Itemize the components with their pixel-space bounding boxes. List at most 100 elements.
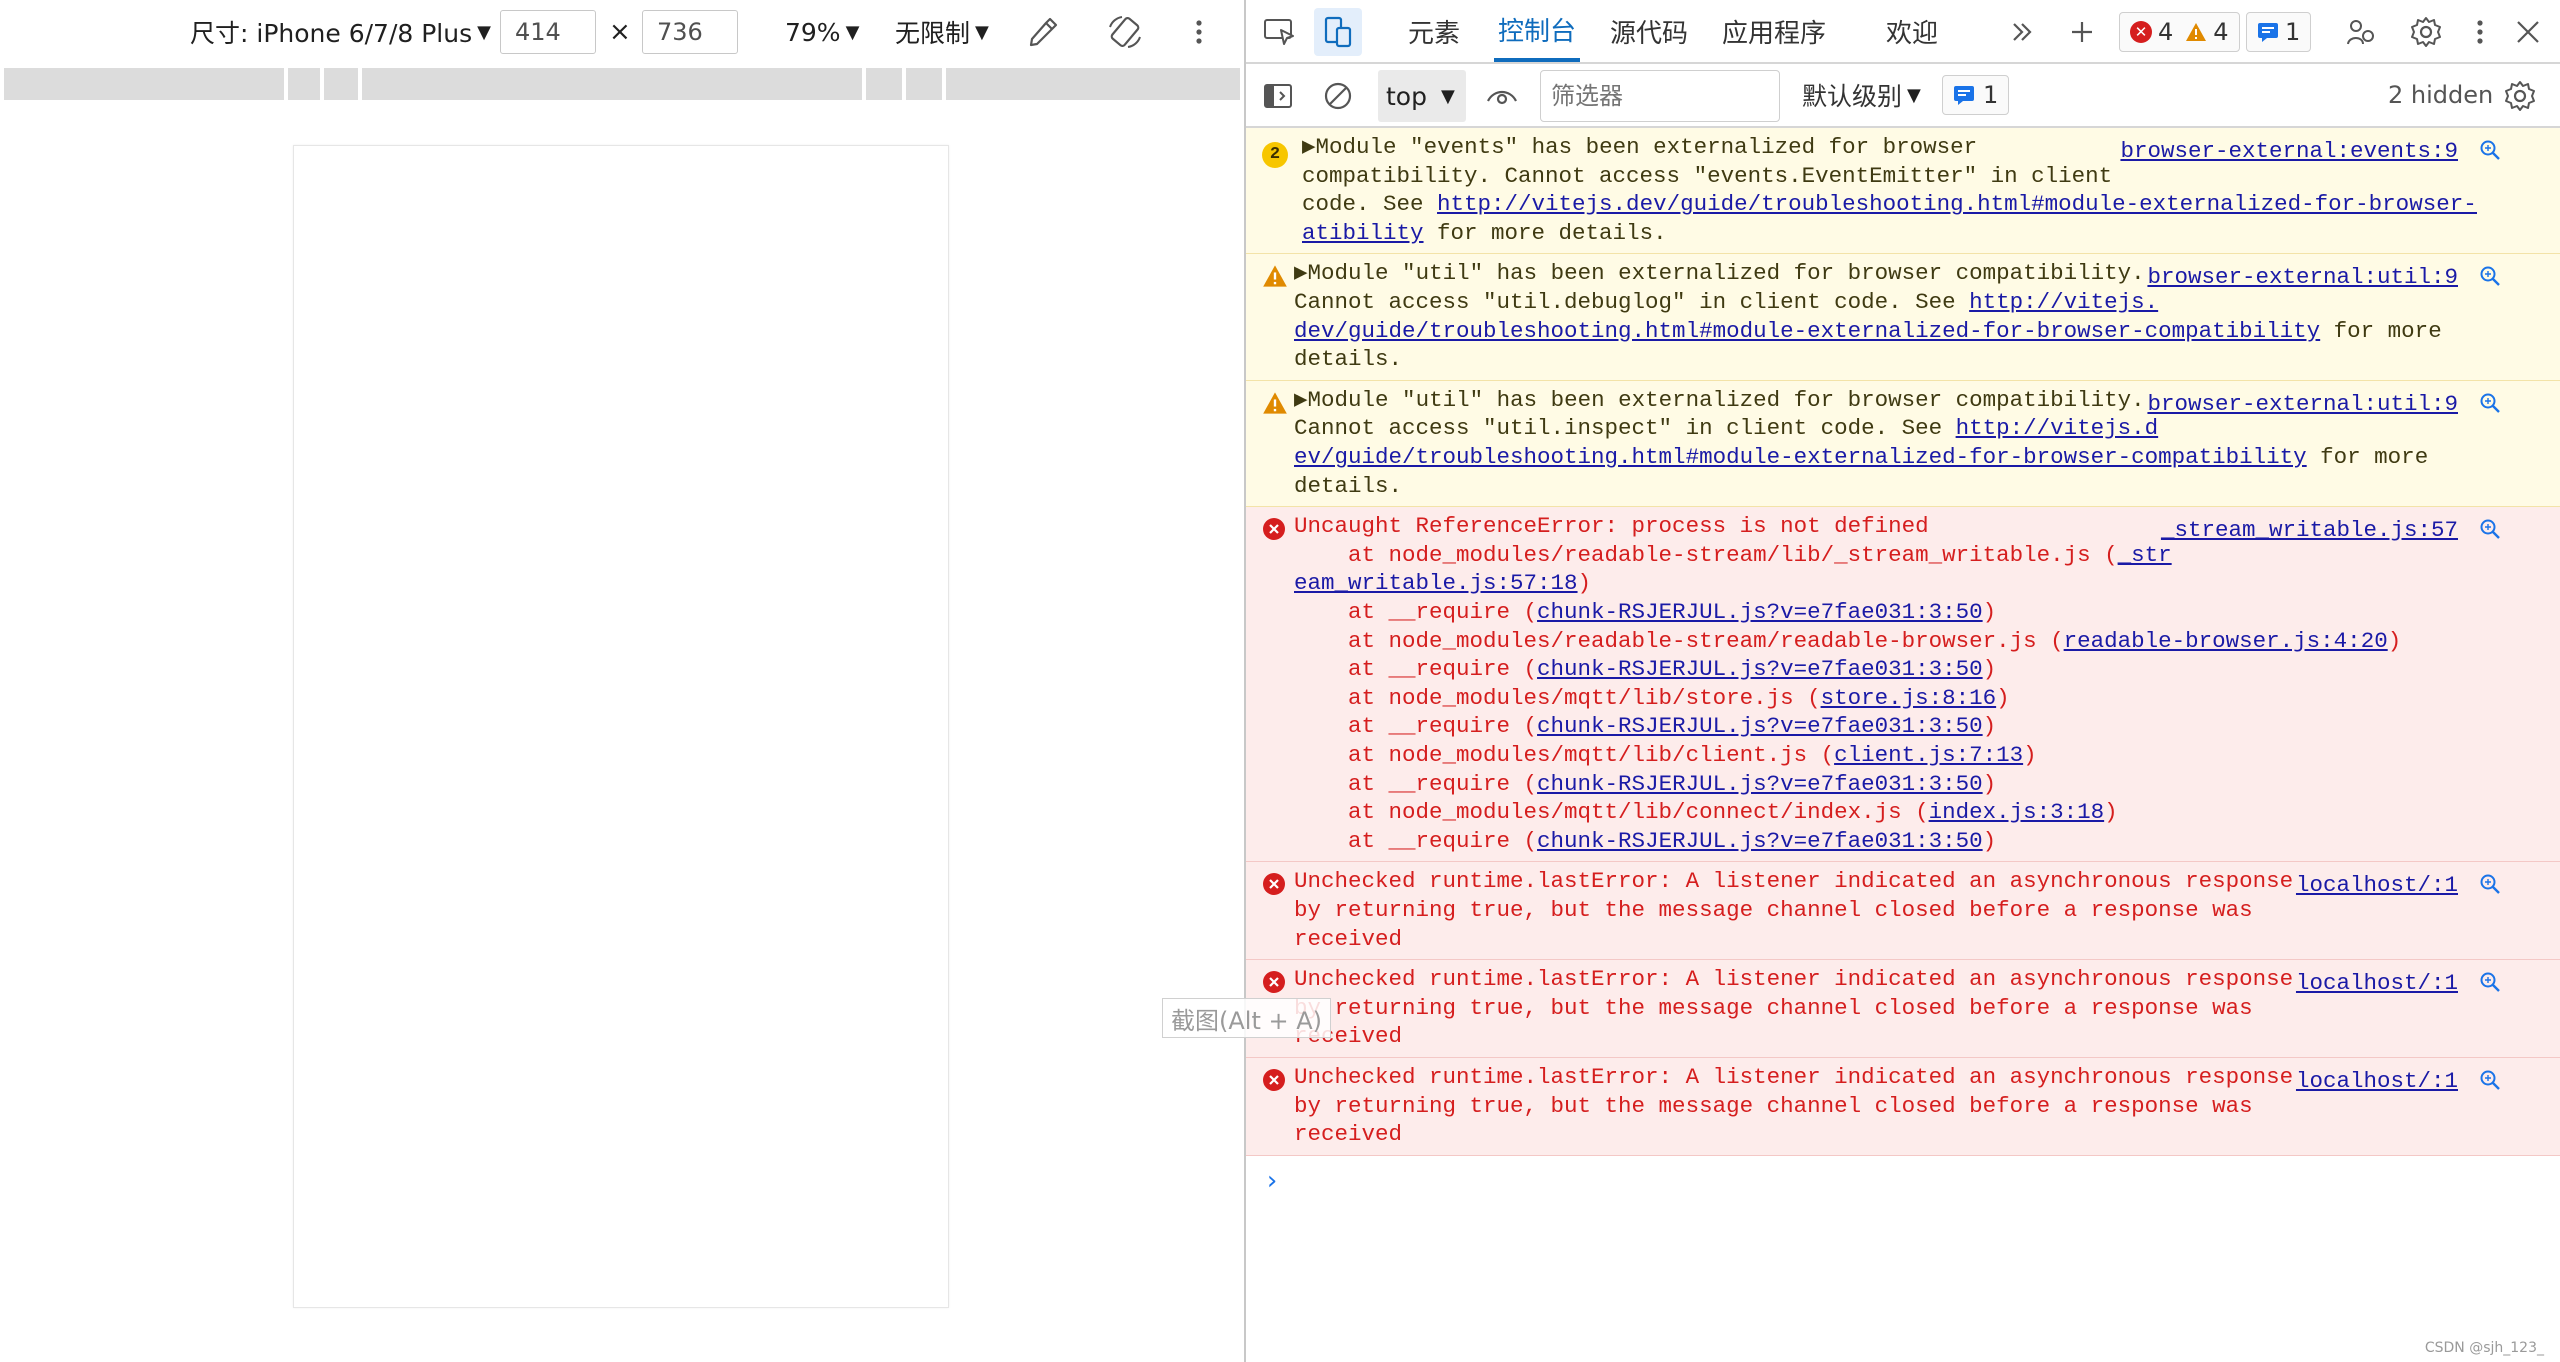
caret-down-icon: ▼ (1907, 84, 1921, 106)
ruler-segment[interactable] (906, 68, 942, 100)
message-link[interactable]: eam_writable.js:57:18 (1294, 570, 1578, 596)
search-icon[interactable] (2478, 391, 2502, 424)
message-link[interactable]: client.js:7:13 (1834, 742, 2023, 768)
info-counter[interactable]: 1 (2246, 12, 2312, 52)
add-tab-button[interactable] (2062, 12, 2102, 52)
console-settings-button[interactable] (2500, 76, 2540, 116)
message-link[interactable]: chunk-RSJERJUL.js?v=e7fae031:3:50 (1537, 599, 1983, 625)
device-height-input[interactable] (642, 10, 738, 54)
issues-button[interactable]: 1 (1942, 75, 2010, 115)
message-link[interactable]: chunk-RSJERJUL.js?v=e7fae031:3:50 (1537, 828, 1983, 854)
message-link[interactable]: dev/guide/troubleshooting.html#module-ex… (1294, 318, 2320, 344)
console-warning-message[interactable]: ▶Module "util" has been externalized for… (1246, 254, 2560, 381)
log-level-select[interactable]: 默认级别 ▼ (1802, 66, 1921, 124)
message-text-segment: by returning true, but the message chann… (1294, 1092, 2253, 1119)
ruler-segment[interactable] (946, 68, 1240, 100)
message-line: Cannot access "util.inspect" in client c… (1294, 414, 2469, 443)
console-error-message[interactable]: Unchecked runtime.lastError: A listener … (1246, 1057, 2560, 1156)
message-line: at node_modules/readable-stream/lib/_str… (1294, 541, 2469, 570)
more-tabs-button[interactable] (2002, 12, 2042, 52)
tab-elements[interactable]: 元素 (1408, 0, 1460, 62)
console-error-message[interactable]: Unchecked runtime.lastError: A listener … (1246, 960, 2560, 1058)
settings-button[interactable] (2406, 12, 2446, 52)
tab-sources[interactable]: 源代码 (1610, 0, 1688, 62)
console-filter-input[interactable] (1540, 70, 1780, 122)
message-source-link[interactable]: _stream_writable.js:57 (2161, 516, 2458, 545)
clear-console-button[interactable] (1318, 76, 1358, 116)
ruler-segment[interactable] (866, 68, 902, 100)
device-width-input[interactable] (500, 10, 596, 54)
message-source-link[interactable]: browser-external:util:9 (2147, 263, 2458, 292)
message-text-segment: at node_modules/mqtt/lib/store.js ( (1294, 684, 1821, 711)
ruler-segment[interactable] (288, 68, 320, 100)
rotate-button[interactable] (1106, 0, 1144, 64)
message-line: dev/guide/troubleshooting.html#module-ex… (1294, 317, 2469, 346)
issues-counter[interactable]: ✕ 4 4 (2119, 12, 2240, 52)
message-link[interactable]: ev/guide/troubleshooting.html#module-ext… (1294, 444, 2307, 470)
more-options-button[interactable] (1192, 0, 1206, 64)
message-link[interactable]: _str (2118, 542, 2172, 568)
device-dimensions-select[interactable]: 尺寸: iPhone 6/7/8 Plus ▼ (190, 0, 491, 64)
message-source-link[interactable]: localhost/:1 (2296, 871, 2458, 900)
ruler-segment[interactable] (4, 68, 284, 100)
message-link[interactable]: readable-browser.js:4:20 (2064, 628, 2388, 654)
search-icon[interactable] (2478, 264, 2502, 297)
tab-application[interactable]: 应用程序 (1722, 0, 1826, 62)
tab-console[interactable]: 控制台 (1494, 0, 1581, 62)
message-text-segment: ) (1982, 598, 1997, 625)
message-link[interactable]: chunk-RSJERJUL.js?v=e7fae031:3:50 (1537, 713, 1983, 739)
message-line: eam_writable.js:57:18) (1294, 569, 2469, 598)
message-source-link[interactable]: browser-external:util:9 (2147, 390, 2458, 419)
message-link[interactable]: chunk-RSJERJUL.js?v=e7fae031:3:50 (1537, 656, 1983, 682)
search-icon[interactable] (2478, 138, 2502, 171)
caret-down-icon: ▼ (477, 21, 491, 43)
message-link[interactable]: chunk-RSJERJUL.js?v=e7fae031:3:50 (1537, 771, 1983, 797)
message-link[interactable]: index.js:3:18 (1929, 799, 2105, 825)
zoom-select[interactable]: 79% ▼ (785, 0, 859, 64)
search-icon[interactable] (2478, 872, 2502, 905)
message-link[interactable]: atibility (1302, 220, 1424, 246)
customize-button[interactable] (2342, 12, 2382, 52)
context-select[interactable]: top ▼ (1378, 70, 1466, 122)
inspect-element-button[interactable] (1260, 12, 1300, 52)
console-error-message[interactable]: Unchecked runtime.lastError: A listener … (1246, 862, 2560, 961)
message-link[interactable]: store.js:8:16 (1821, 685, 1997, 711)
tab-label: 应用程序 (1722, 18, 1827, 49)
devtools-panel: 元素 控制台 源代码 应用程序 欢迎 ✕ 4 4 1 top ▼ 筛选器 默认级… (1246, 0, 2560, 1362)
device-toolbar-toggle[interactable] (1314, 8, 1362, 56)
ruler-segment[interactable] (324, 68, 358, 100)
message-source-link[interactable]: localhost/:1 (2296, 1067, 2458, 1096)
eyedropper-button[interactable] (1026, 0, 1060, 64)
devtools-menu-button[interactable] (2466, 12, 2494, 52)
hidden-count: 2 hidden (2388, 81, 2494, 109)
caret-down-icon: ▼ (845, 21, 860, 43)
tab-welcome[interactable]: 欢迎 (1886, 0, 1938, 62)
live-expression-button[interactable] (1482, 76, 1522, 116)
message-link[interactable]: http://vitejs.dev/guide/troubleshooting.… (1437, 191, 2477, 217)
search-icon[interactable] (2478, 517, 2502, 550)
console-warning-message[interactable]: 2 ▶Module "events" has been externalized … (1246, 128, 2560, 255)
message-text-segment: Cannot access "util.inspect" in client c… (1294, 415, 1956, 442)
message-line: at __require (chunk-RSJERJUL.js?v=e7fae0… (1294, 655, 2469, 684)
console-error-message[interactable]: Uncaught ReferenceError: process is not … (1246, 507, 2560, 863)
message-text-segment: at __require ( (1294, 656, 1538, 683)
message-line: ev/guide/troubleshooting.html#module-ext… (1294, 443, 2469, 472)
message-source-link[interactable]: browser-external:events:9 (2120, 137, 2458, 166)
close-devtools-button[interactable] (2508, 12, 2548, 52)
throttle-select[interactable]: 无限制 ▼ (895, 0, 989, 64)
message-link[interactable]: http://vitejs.d (1956, 415, 2159, 441)
message-text: Unchecked runtime.lastError: A listener … (1294, 867, 2469, 953)
caret-down-icon: ▼ (1440, 85, 1455, 107)
search-icon[interactable] (2478, 1068, 2502, 1101)
message-link[interactable]: http://vitejs. (1969, 289, 2158, 315)
toggle-sidebar-button[interactable] (1258, 76, 1298, 116)
search-icon[interactable] (2478, 970, 2502, 1003)
console-prompt-icon[interactable]: › (1264, 1166, 1280, 1196)
console-warning-message[interactable]: ▶Module "util" has been externalized for… (1246, 380, 2560, 508)
error-icon (1263, 971, 1285, 994)
sidebar-icon (1264, 84, 1292, 108)
message-source-link[interactable]: localhost/:1 (2296, 969, 2458, 998)
device-viewport[interactable] (293, 145, 949, 1308)
media-query-ruler[interactable] (4, 68, 1240, 100)
ruler-segment[interactable] (362, 68, 862, 100)
